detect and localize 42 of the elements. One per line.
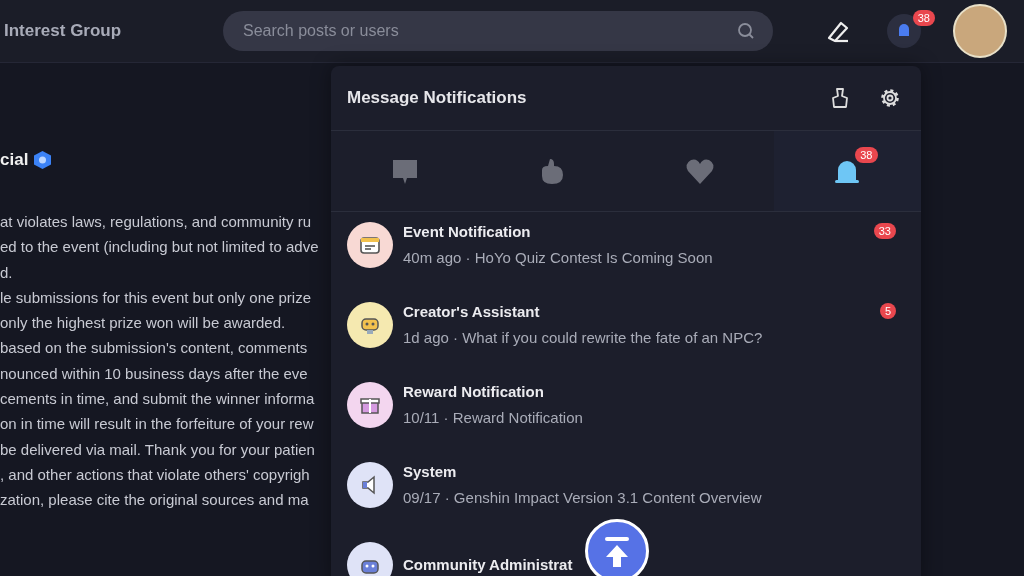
count-badge: 38 [855, 147, 878, 164]
avatar[interactable] [953, 4, 1007, 58]
post-text: , and other actions that violate others' copyrigh [0, 464, 311, 485]
post-text: nounced within 10 business days after the eve [0, 363, 309, 384]
notification-summary: 10/11 · Reward Notification [403, 408, 583, 426]
post-text: on in time will result in the forfeiture of your rew [0, 414, 315, 435]
author-name: cial [0, 150, 29, 170]
panel-title: Message Notifications [347, 88, 527, 108]
post-text: only the highest prize won will be awarded. [0, 313, 287, 334]
page-title: Interest Group [4, 21, 123, 41]
notification-summary: 09/17 · Genshin Impact Version 3.1 Content Overview [403, 488, 762, 506]
admin-icon [347, 542, 393, 576]
post-text: be delivered via mail. Thank you for your patien [0, 439, 316, 460]
notification-item[interactable]: Reward Notification 10/11 · Reward Notification [331, 365, 921, 445]
notification-title: System [403, 464, 457, 481]
notification-title: Event Notification [403, 224, 531, 241]
notification-item[interactable]: System 09/17 · Genshin Impact Version 3.1 Content Overview [331, 445, 921, 525]
notification-summary: 1d ago · What if you could rewrite the fate of an NPC? [403, 328, 763, 346]
notification-badge: 38 [912, 10, 935, 27]
post-text: d. [0, 262, 14, 283]
notification-title: Creator's Assistant [403, 304, 540, 321]
post-text: le submissions for this event but only one prize [0, 287, 312, 308]
speaker-icon [347, 462, 393, 508]
post-text: cements in time, and submit the winner informa [0, 389, 316, 410]
notification-title: Reward Notification [403, 384, 544, 401]
count-badge: 5 [879, 303, 896, 320]
gift-icon [347, 382, 393, 428]
calendar-icon [347, 222, 393, 268]
settings-icon[interactable] [879, 87, 901, 109]
notification-summary: 40m ago · HoYo Quiz Contest Is Coming Soon [403, 248, 713, 266]
post-text: at violates laws, regulations, and community ru [0, 212, 312, 232]
tab[interactable]: 38 [773, 131, 921, 211]
back-to-top-button[interactable] [585, 519, 649, 576]
notification-item[interactable]: Community Administrat [331, 525, 921, 576]
robot-icon [347, 302, 393, 348]
post-text: based on the submission's content, comments [0, 338, 309, 359]
notification-title: Community Administrat [403, 556, 573, 574]
post-text: ed to the event (including but not limited to adve [0, 237, 320, 258]
search-icon [737, 22, 755, 40]
post-text: zation, please cite the original sources and ma [0, 490, 310, 511]
count-badge: 33 [873, 223, 896, 240]
notification-item[interactable]: Creator's Assistant 1d ago · What if you could rewrite the fate of an NPC? 5 [331, 285, 921, 365]
